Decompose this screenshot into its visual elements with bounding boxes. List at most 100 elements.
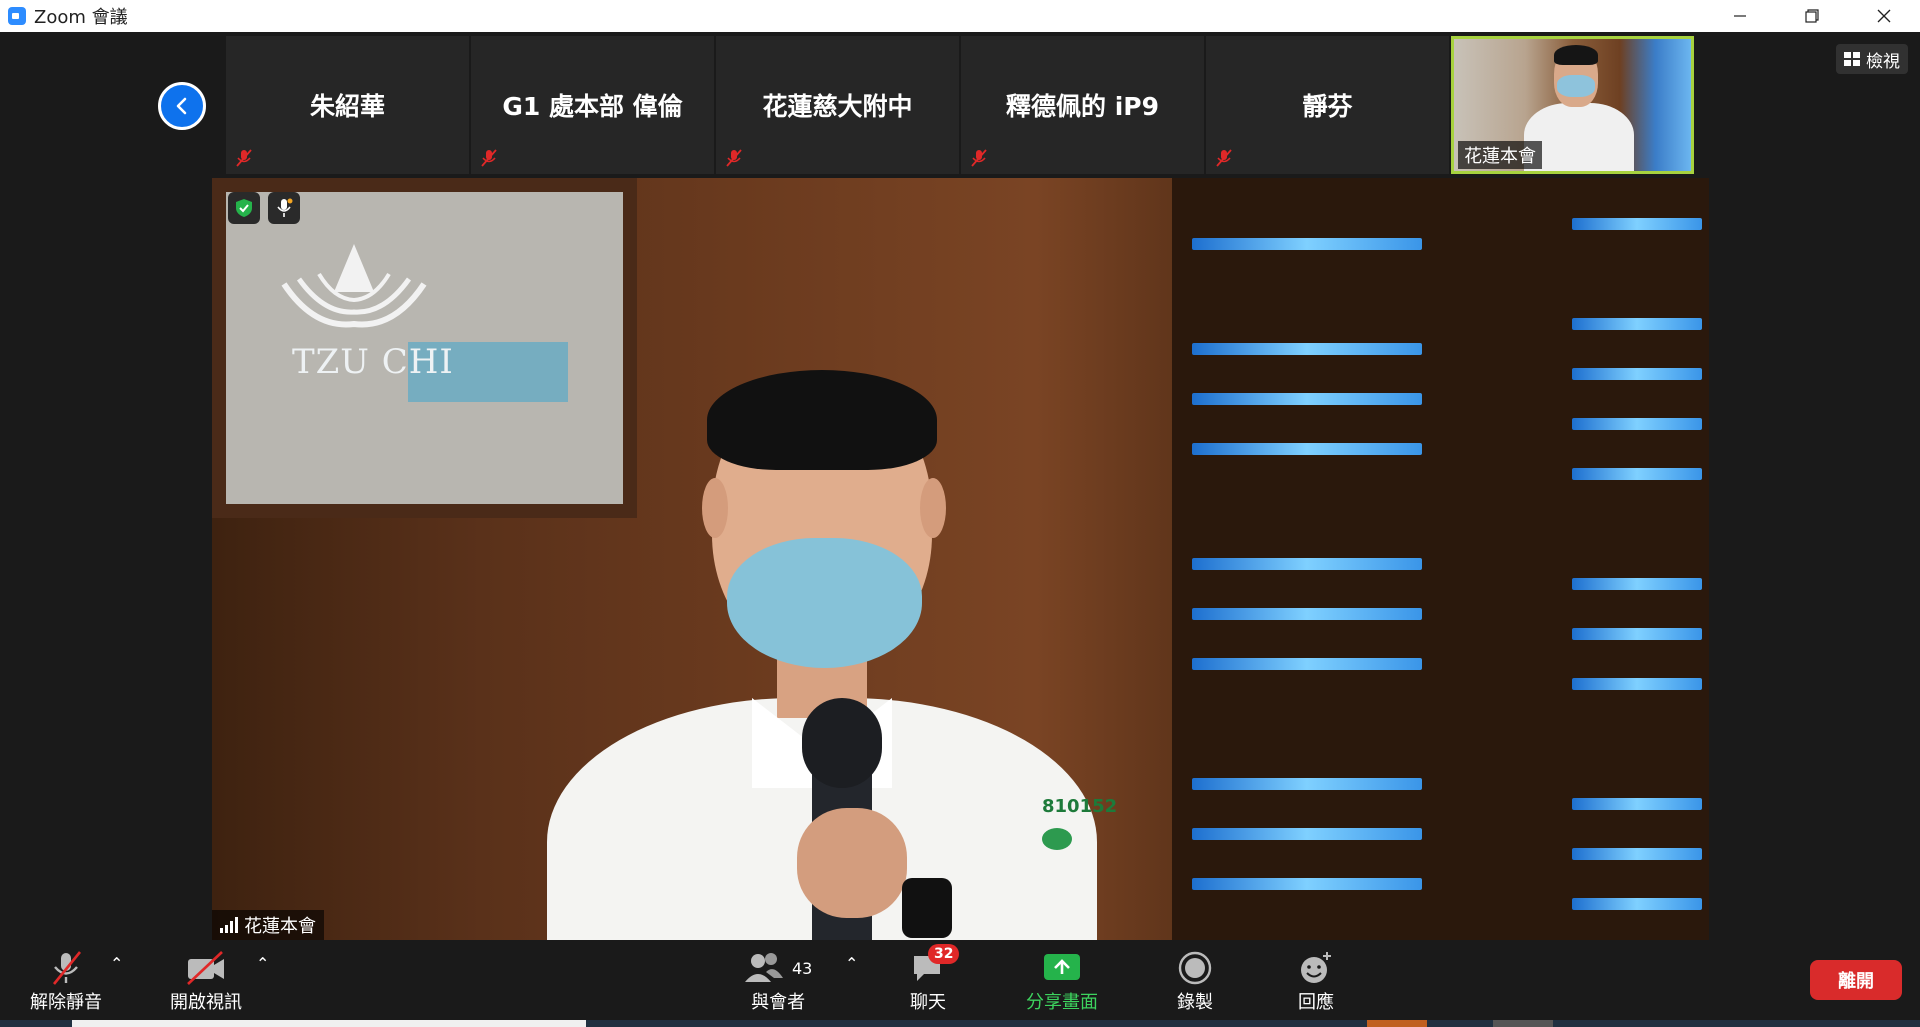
close-button[interactable] [1848, 0, 1920, 32]
blind-slat [1192, 443, 1422, 455]
taskbar-thumbnail [1367, 1020, 1427, 1027]
share-screen-icon [1044, 954, 1080, 980]
blind-slat [1572, 218, 1702, 230]
blind-slat [1192, 608, 1422, 620]
start-video-button[interactable]: 開啟視訊 [170, 948, 242, 1014]
restore-icon [1805, 9, 1819, 23]
mic-muted-icon [971, 149, 987, 167]
blind-slat [1572, 628, 1702, 640]
meeting-toolbar: 解除靜音 ⌃ 開啟視訊 ⌃ 43 與會者 ⌃ 32 聊天 分享畫面 錄製 回應 … [0, 940, 1920, 1020]
reactions-button[interactable]: 回應 [1298, 948, 1334, 1014]
participant-tile[interactable]: G1 處本部 偉倫 [471, 36, 714, 174]
thumbnail-hair [1554, 45, 1598, 65]
active-speaker-tile[interactable]: 花蓮本會 [1451, 36, 1694, 174]
pocket-logo [1042, 828, 1072, 850]
video-camera-off-icon [187, 951, 224, 985]
wristwatch [902, 878, 952, 938]
audio-options-caret[interactable]: ⌃ [110, 954, 123, 973]
participant-tile[interactable]: 釋德佩的 iP9 [961, 36, 1204, 174]
leave-meeting-button[interactable]: 離開 [1810, 960, 1902, 1000]
speaker-ear [702, 478, 728, 538]
meeting-area: 朱紹華 G1 處本部 偉倫 花蓮慈大附中 釋德佩的 iP9 靜芬 花蓮本會 檢視 [0, 32, 1920, 940]
blind-slat [1572, 798, 1702, 810]
close-icon [1877, 9, 1891, 23]
chat-unread-badge: 32 [928, 944, 960, 964]
mic-muted-icon [236, 149, 252, 167]
blind-slat [1192, 343, 1422, 355]
participant-tile[interactable]: 花蓮慈大附中 [716, 36, 959, 174]
blind-slat [1572, 368, 1702, 380]
speaker-name-tag: 花蓮本會 [212, 910, 324, 940]
thumbnail-mask [1557, 75, 1595, 97]
chat-button[interactable]: 32 聊天 [910, 944, 960, 1014]
blind-slat [1192, 658, 1422, 670]
blind-slat [1192, 878, 1422, 890]
security-shield-button[interactable] [228, 192, 260, 224]
main-video[interactable]: TZU CHI 810152 花蓮本會 [212, 178, 1709, 940]
shirt-badge-number: 810152 [1042, 796, 1118, 817]
taskbar-thumbnail [1493, 1020, 1553, 1027]
mic-muted-icon [1216, 149, 1232, 167]
start-video-label: 開啟視訊 [170, 992, 242, 1013]
participants-count: 43 [792, 958, 813, 978]
blind-slat [1572, 678, 1702, 690]
blind-slat [1572, 468, 1702, 480]
blind-slat [1572, 848, 1702, 860]
minimize-icon [1734, 15, 1746, 17]
blind-slat [1572, 418, 1702, 430]
tzu-chi-logo-icon [281, 244, 427, 328]
gallery-prev-button[interactable] [158, 82, 206, 130]
participant-name: 釋德佩的 iP9 [1006, 92, 1159, 121]
shield-icon [236, 199, 252, 217]
record-icon [1178, 951, 1212, 985]
mic-muted-icon [726, 149, 742, 167]
view-label: 檢視 [1866, 51, 1900, 72]
blind-slat [1572, 578, 1702, 590]
blind-slat [1192, 558, 1422, 570]
participants-icon [745, 953, 783, 982]
share-screen-label: 分享畫面 [1026, 992, 1098, 1013]
participant-name: 朱紹華 [309, 92, 385, 121]
unmute-button[interactable]: 解除靜音 [30, 948, 102, 1014]
microphone-icon [277, 198, 293, 217]
chevron-left-icon [176, 97, 187, 115]
microphone-head [802, 698, 882, 788]
blind-slat [1572, 898, 1702, 910]
participant-tile[interactable]: 靜芬 [1206, 36, 1449, 174]
blind-slat [1192, 393, 1422, 405]
taskbar-edge [0, 1020, 1920, 1027]
participant-name: 靜芬 [1302, 92, 1353, 121]
emoji-reaction-icon [1301, 952, 1331, 983]
audio-indicator [268, 192, 300, 224]
minimize-button[interactable] [1704, 0, 1776, 32]
gallery-strip: 朱紹華 G1 處本部 偉倫 花蓮慈大附中 釋德佩的 iP9 靜芬 [226, 36, 1451, 174]
record-label: 錄製 [1177, 992, 1213, 1013]
active-speaker-name: 花蓮本會 [1458, 141, 1542, 169]
title-bar: Zoom 會議 [0, 0, 1920, 32]
speaker-name: 花蓮本會 [244, 916, 316, 937]
microphone-muted-icon [52, 951, 82, 985]
blind-slat [1192, 238, 1422, 250]
share-screen-button[interactable]: 分享畫面 [1026, 948, 1098, 1014]
wall-plaque: TZU CHI [212, 178, 637, 518]
restore-button[interactable] [1776, 0, 1848, 32]
participants-label: 與會者 [751, 992, 806, 1013]
record-button[interactable]: 錄製 [1177, 948, 1213, 1014]
blind-slat [1572, 318, 1702, 330]
mic-muted-icon [481, 149, 497, 167]
video-options-caret[interactable]: ⌃ [256, 954, 269, 973]
taskbar-thumbnail [72, 1020, 586, 1027]
participants-button[interactable]: 43 與會者 [744, 948, 812, 1014]
chat-label: 聊天 [910, 992, 946, 1013]
blind-slat [1192, 828, 1422, 840]
window-title: Zoom 會議 [34, 7, 128, 28]
view-button[interactable]: 檢視 [1836, 44, 1908, 74]
grid-view-icon [1844, 52, 1860, 66]
participants-options-caret[interactable]: ⌃ [845, 954, 858, 973]
blind-slat [1192, 778, 1422, 790]
participant-tile[interactable]: 朱紹華 [226, 36, 469, 174]
connection-signal-icon [220, 917, 238, 933]
zoom-app-icon [8, 7, 26, 25]
speaker-hair [707, 370, 937, 470]
participant-name: G1 處本部 偉倫 [502, 92, 683, 121]
